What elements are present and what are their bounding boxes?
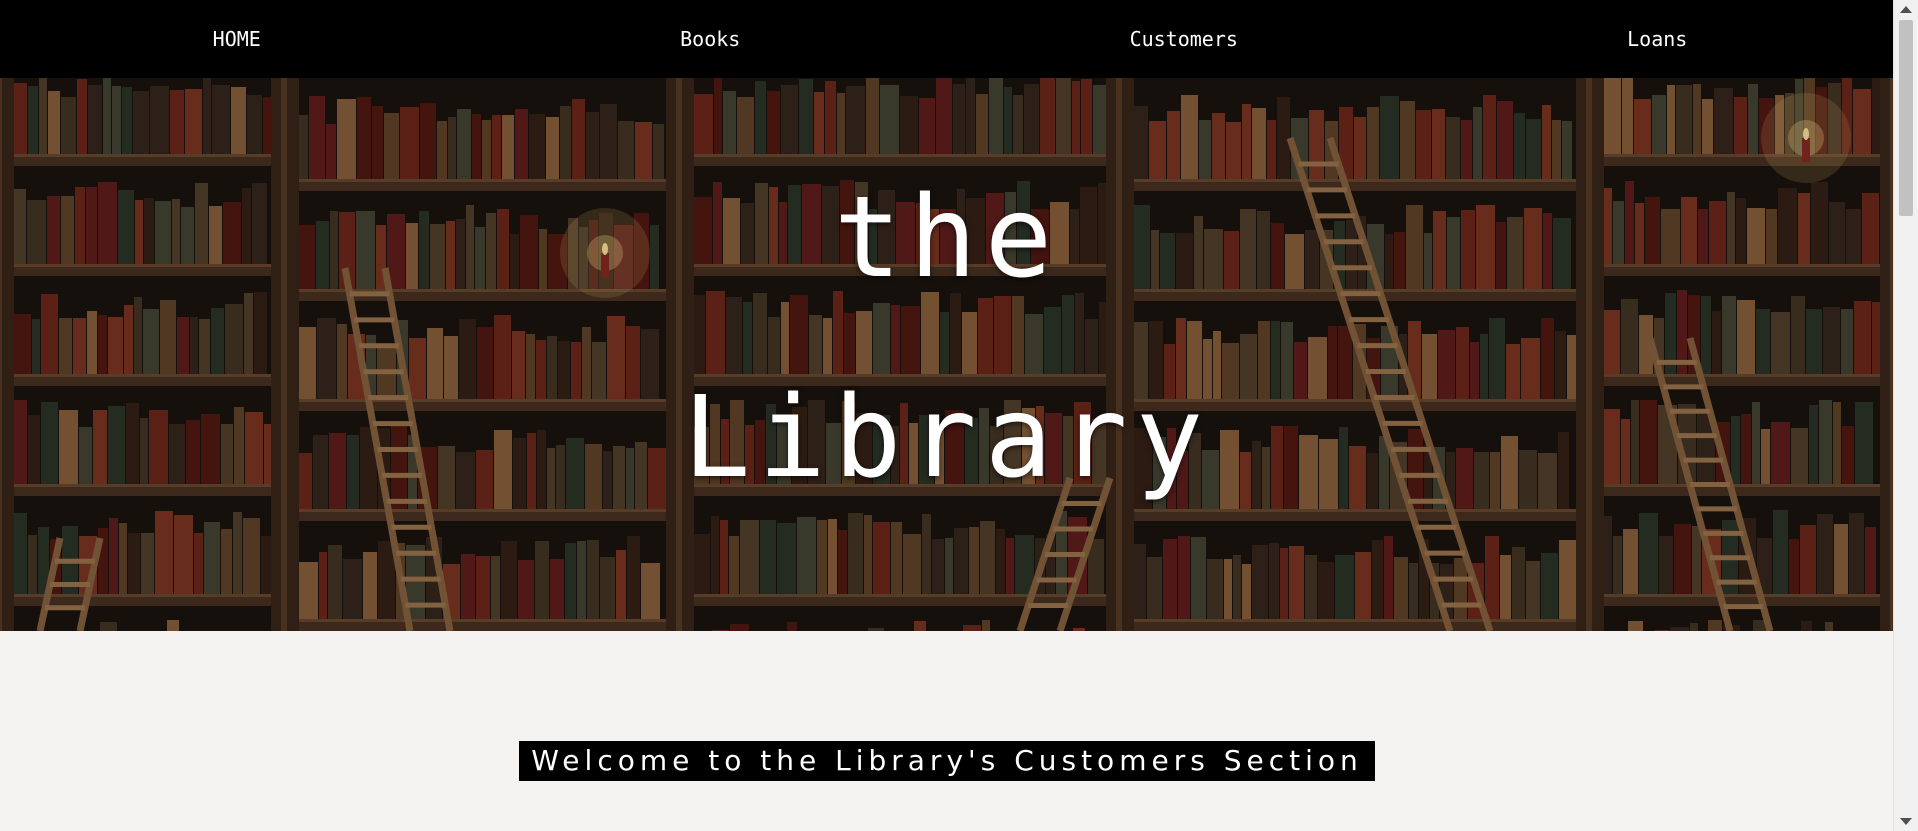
- welcome-section: Welcome to the Library's Customers Secti…: [0, 741, 1894, 781]
- hero-banner: the Library: [0, 78, 1894, 631]
- nav-customers-link[interactable]: Customers: [947, 27, 1421, 51]
- scroll-up-arrow-icon[interactable]: [1900, 6, 1912, 13]
- nav-books-link[interactable]: Books: [474, 27, 948, 51]
- nav-loans-link[interactable]: Loans: [1421, 27, 1895, 51]
- scroll-thumb[interactable]: [1899, 20, 1913, 216]
- hero-title-line1: the: [833, 173, 1061, 303]
- top-navigation: HOME Books Customers Loans: [0, 0, 1894, 78]
- welcome-heading: Welcome to the Library's Customers Secti…: [519, 741, 1375, 781]
- nav-home-link[interactable]: HOME: [0, 27, 474, 51]
- scroll-down-arrow-icon[interactable]: [1900, 818, 1912, 825]
- hero-title: the Library: [0, 138, 1894, 538]
- page: HOME Books Customers Loans the Library W…: [0, 0, 1894, 831]
- vertical-scrollbar[interactable]: [1893, 0, 1918, 831]
- hero-title-line2: Library: [682, 373, 1211, 503]
